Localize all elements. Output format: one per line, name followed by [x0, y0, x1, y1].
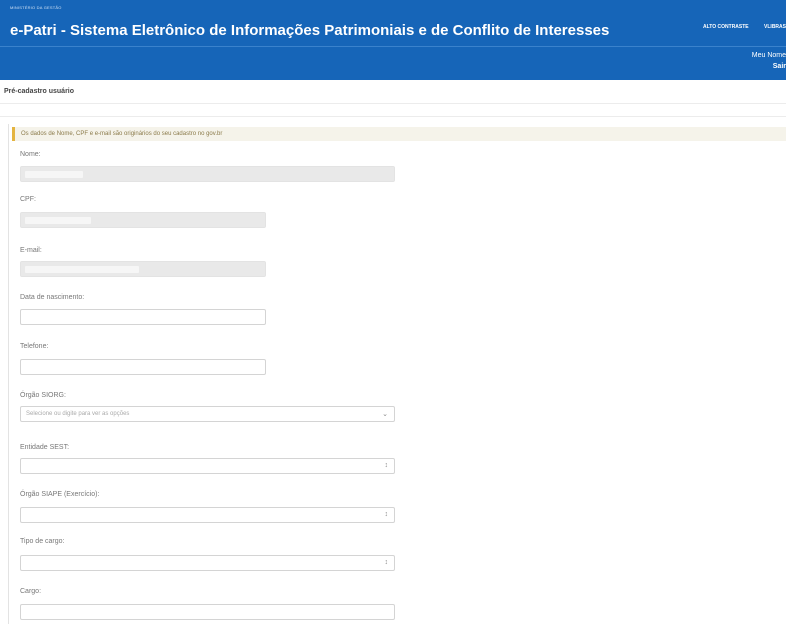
divider — [0, 103, 786, 104]
divider — [0, 116, 786, 117]
info-notice: Os dados de Nome, CPF e e-mail são origi… — [12, 127, 786, 141]
redacted-value — [25, 266, 139, 273]
high-contrast-link[interactable]: ALTO CONTRASTE — [703, 24, 749, 30]
top-links: ALTO CONTRASTE VLIBRAS — [689, 24, 786, 30]
cargo-input[interactable] — [20, 604, 395, 620]
orgao-siorg-placeholder: Selecione ou digite para ver as opções — [26, 411, 130, 417]
cpf-field — [20, 212, 266, 228]
entidade-sest-select[interactable]: ↕ — [20, 458, 395, 474]
nome-field — [20, 166, 395, 182]
logout-link[interactable]: Sair — [773, 63, 786, 70]
select-arrows-icon: ↕ — [384, 559, 389, 566]
chevron-down-icon: ⌄ — [382, 411, 388, 418]
email-label: E-mail: — [20, 247, 42, 254]
user-name[interactable]: Meu Nome — [752, 52, 786, 59]
select-arrows-icon: ↕ — [384, 511, 389, 518]
header-divider — [0, 46, 786, 47]
cargo-label: Cargo: — [20, 588, 42, 595]
email-field — [20, 261, 266, 277]
tipo-cargo-select[interactable]: ↕ — [20, 555, 395, 571]
orgao-siorg-select[interactable]: Selecione ou digite para ver as opções ⌄ — [20, 406, 395, 422]
orgao-siape-select[interactable]: ↕ — [20, 507, 395, 523]
phone-input[interactable] — [20, 359, 266, 375]
nascimento-label: Data de nascimento: — [20, 294, 85, 301]
page-title: Pré-cadastro usuário — [4, 88, 75, 95]
top-header-bar: MINISTÉRIO DA GESTÃO e-Patri - Sistema E… — [0, 0, 786, 80]
nome-label: Nome: — [20, 151, 41, 158]
orgao-siape-label: Órgão SIAPE (Exercício): — [20, 491, 100, 498]
cpf-label: CPF: — [20, 196, 36, 203]
entidade-sest-label: Entidade SEST: — [20, 444, 70, 451]
redacted-value — [25, 217, 91, 224]
tipo-cargo-label: Tipo de cargo: — [20, 538, 65, 545]
birthdate-input[interactable] — [20, 309, 266, 325]
gov-line: MINISTÉRIO DA GESTÃO — [10, 5, 62, 10]
app-title: e-Patri - Sistema Eletrônico de Informaç… — [10, 22, 610, 39]
select-arrows-icon: ↕ — [384, 462, 389, 469]
telefone-label: Telefone: — [20, 343, 49, 350]
orgao-siorg-label: Órgão SIORG: — [20, 392, 66, 399]
redacted-value — [25, 171, 83, 178]
vlibras-link[interactable]: VLIBRAS — [764, 24, 786, 30]
